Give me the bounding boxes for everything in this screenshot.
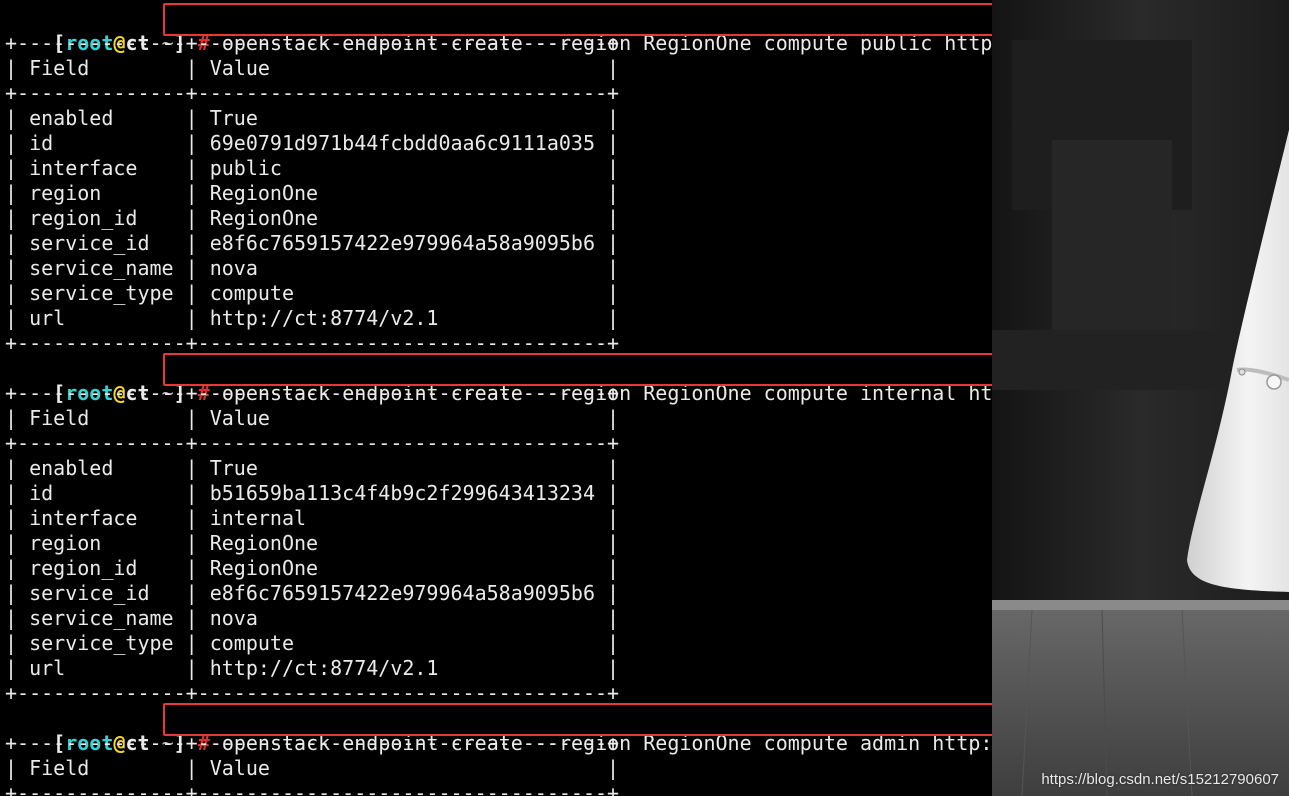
table-row: | url | http://ct:8774/v2.1 | bbox=[5, 656, 620, 680]
table-row: | service_type | compute | bbox=[5, 631, 620, 655]
table-row: | service_name | nova | bbox=[5, 256, 620, 280]
table-row: | region | RegionOne | bbox=[5, 531, 620, 555]
table-header: | Field | Value | bbox=[5, 756, 620, 780]
table-row: | region | RegionOne | bbox=[5, 181, 620, 205]
table-border-mid: +--------------+------------------------… bbox=[5, 81, 620, 105]
background-photo: https://blog.csdn.net/s15212790607 bbox=[992, 0, 1289, 796]
table-row: | region_id | RegionOne | bbox=[5, 206, 620, 230]
table-border-top: +--------------+------------------------… bbox=[5, 381, 620, 405]
table-row: | service_id | e8f6c7659157422e979964a58… bbox=[5, 231, 620, 255]
table-row: | id | b51659ba113c4f4b9c2f299643413234 … bbox=[5, 481, 620, 505]
watermark-text: https://blog.csdn.net/s15212790607 bbox=[1041, 771, 1279, 788]
table-border-mid: +--------------+------------------------… bbox=[5, 781, 620, 796]
table-row: | service_id | e8f6c7659157422e979964a58… bbox=[5, 581, 620, 605]
table-border-top: +--------------+------------------------… bbox=[5, 31, 620, 55]
table-row: | interface | public | bbox=[5, 156, 620, 180]
table-row: | service_name | nova | bbox=[5, 606, 620, 630]
table-row: | url | http://ct:8774/v2.1 | bbox=[5, 306, 620, 330]
table-row: | service_type | compute | bbox=[5, 281, 620, 305]
table-header: | Field | Value | bbox=[5, 56, 620, 80]
table-border-top: +--------------+------------------------… bbox=[5, 731, 620, 755]
table-header: | Field | Value | bbox=[5, 406, 620, 430]
table-border-mid: +--------------+------------------------… bbox=[5, 431, 620, 455]
terminal-window[interactable]: [root@ct ~] # openstack endpoint create … bbox=[0, 0, 992, 796]
table-row: | id | 69e0791d971b44fcbdd0aa6c9111a035 … bbox=[5, 131, 620, 155]
table-row: | interface | internal | bbox=[5, 506, 620, 530]
table-row: | region_id | RegionOne | bbox=[5, 556, 620, 580]
table-row: | enabled | True | bbox=[5, 106, 620, 130]
table-row: | enabled | True | bbox=[5, 456, 620, 480]
